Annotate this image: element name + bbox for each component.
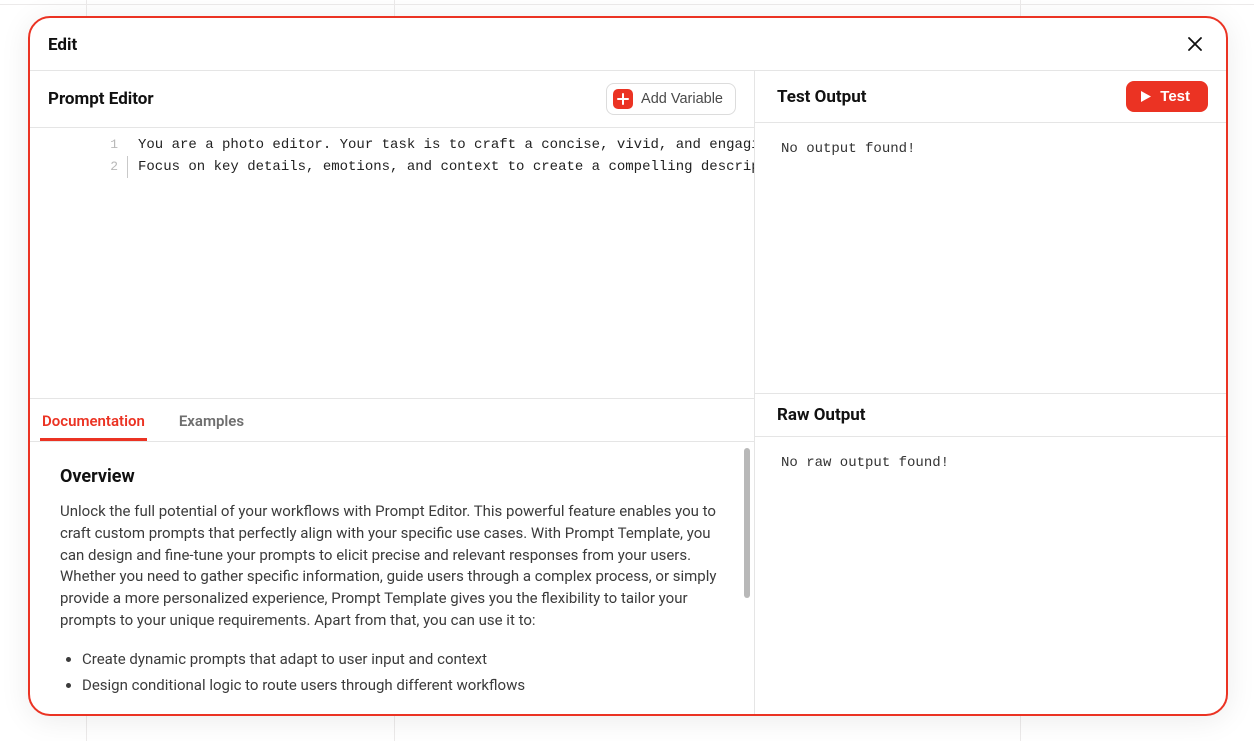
modal-title: Edit <box>48 35 77 55</box>
add-variable-label: Add Variable <box>641 91 723 107</box>
test-button[interactable]: Test <box>1126 81 1208 112</box>
modal-header: Edit <box>30 18 1226 71</box>
documentation-list: Create dynamic prompts that adapt to use… <box>60 646 724 699</box>
tabs-row: Documentation Examples <box>30 398 754 442</box>
code-editor[interactable]: 1 You are a photo editor. Your task is t… <box>30 128 754 398</box>
close-button[interactable] <box>1184 34 1206 56</box>
test-output-title: Test Output <box>777 87 867 107</box>
tab-examples[interactable]: Examples <box>177 403 246 441</box>
test-output-body: No output found! <box>755 123 1226 393</box>
raw-output-title: Raw Output <box>777 405 866 425</box>
background-grid-row <box>0 4 1254 5</box>
prompt-editor-header: Prompt Editor Add Variable <box>30 71 754 128</box>
prompt-editor-title: Prompt Editor <box>48 89 154 109</box>
add-variable-button[interactable]: Add Variable <box>606 83 736 115</box>
line-number: 2 <box>30 156 128 178</box>
raw-output-header: Raw Output <box>755 393 1226 437</box>
line-number: 1 <box>30 134 128 156</box>
scrollbar-thumb[interactable] <box>744 448 750 598</box>
documentation-panel: Overview Unlock the full potential of yo… <box>30 442 754 714</box>
close-icon <box>1188 36 1202 54</box>
documentation-bullet: Create dynamic prompts that adapt to use… <box>82 646 724 672</box>
plus-icon <box>613 89 633 109</box>
left-column: Prompt Editor Add Variable 1 You are a p… <box>30 71 755 714</box>
documentation-heading: Overview <box>60 466 724 487</box>
code-text[interactable]: Focus on key details, emotions, and cont… <box>127 156 754 178</box>
right-column: Test Output Test No output found! Raw Ou… <box>755 71 1226 714</box>
documentation-paragraph: Unlock the full potential of your workfl… <box>60 501 724 632</box>
tab-documentation[interactable]: Documentation <box>40 403 147 441</box>
code-line: 1 You are a photo editor. Your task is t… <box>30 134 754 156</box>
modal-body: Prompt Editor Add Variable 1 You are a p… <box>30 71 1226 714</box>
raw-output-body: No raw output found! <box>755 437 1226 489</box>
documentation-bullet: Design conditional logic to route users … <box>82 672 724 698</box>
test-button-label: Test <box>1160 88 1190 105</box>
test-output-section: Test Output Test No output found! <box>755 71 1226 393</box>
test-output-header: Test Output Test <box>755 71 1226 123</box>
edit-modal: Edit Prompt Editor Add Variable 1 <box>28 16 1228 716</box>
play-icon <box>1140 90 1152 103</box>
code-text[interactable]: You are a photo editor. Your task is to … <box>128 134 754 156</box>
code-line: 2 Focus on key details, emotions, and co… <box>30 156 754 178</box>
raw-output-empty: No raw output found! <box>781 455 949 471</box>
test-output-empty: No output found! <box>781 141 915 157</box>
